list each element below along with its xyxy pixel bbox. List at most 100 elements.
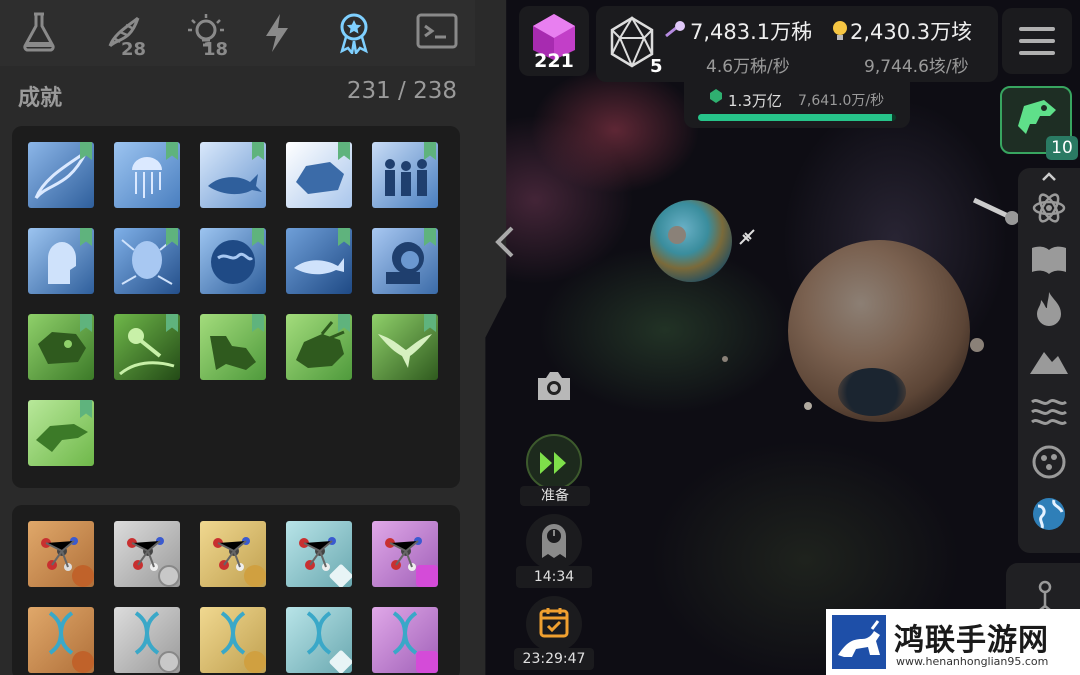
achievement-lion-tile[interactable] — [372, 228, 438, 294]
molecule-cube-tile[interactable] — [372, 521, 438, 587]
atom-icon — [1032, 193, 1066, 223]
achievement-grid — [12, 126, 460, 488]
dna-cube-tile[interactable] — [372, 607, 438, 673]
dinosaur-head-icon — [1018, 100, 1056, 134]
satellite-icon[interactable] — [738, 228, 756, 246]
achievements-title: 成就 — [18, 86, 63, 111]
achievement-triceratops-tile[interactable] — [286, 314, 352, 380]
resource-one-value: 7,483.1万秭 — [690, 20, 813, 44]
cube-badge-icon — [416, 565, 438, 587]
molecule-gold-tile[interactable] — [200, 521, 266, 587]
mountain-icon — [1030, 352, 1068, 374]
tab-count: 28 — [120, 39, 146, 60]
bronze-badge-icon — [72, 651, 94, 673]
waves-icon — [1031, 399, 1067, 425]
cube-currency[interactable]: 221 — [519, 6, 589, 76]
achievement-jellyfish-tile[interactable] — [114, 142, 180, 208]
moon — [722, 356, 728, 362]
moon[interactable] — [668, 226, 686, 244]
rail-cell[interactable] — [1028, 442, 1070, 482]
cube-count: 221 — [534, 50, 574, 72]
molecule-bronze-tile[interactable] — [28, 521, 94, 587]
rail-water[interactable] — [1028, 390, 1070, 430]
resource-two-rate: 9,744.6垓/秒 — [864, 57, 969, 77]
dna-silver-tile[interactable] — [114, 607, 180, 673]
achievement-raptor-tile[interactable] — [28, 400, 94, 466]
award-ribbon-icon — [340, 13, 368, 54]
book-icon — [1032, 246, 1066, 274]
resource-one-rate: 4.6万秭/秒 — [706, 57, 790, 77]
camera-icon[interactable] — [534, 368, 574, 402]
rail-atom[interactable] — [1028, 188, 1070, 228]
cube-badge-icon — [416, 651, 438, 673]
dna-diamond-tile[interactable] — [286, 607, 352, 673]
tab-dna[interactable]: 28 — [90, 6, 150, 60]
watermark: 鸿联手游网 www.henanhonglian95.com — [826, 609, 1080, 675]
d20-dice-icon — [610, 16, 654, 68]
chevron-left-icon[interactable] — [492, 224, 518, 260]
achievement-dolphin-tile[interactable] — [286, 228, 352, 294]
tab-ideas[interactable]: 18 — [172, 6, 232, 60]
dna-gold-tile[interactable] — [200, 607, 266, 673]
silver-badge-icon — [158, 565, 180, 587]
planet-earth[interactable] — [650, 200, 732, 282]
space-station-icon[interactable] — [972, 194, 1024, 230]
tab-console[interactable] — [402, 6, 462, 60]
right-sidebar — [1018, 168, 1080, 553]
molecule-silver-tile[interactable] — [114, 521, 180, 587]
rail-mountain[interactable] — [1028, 340, 1070, 380]
achievement-rock-tile[interactable] — [286, 142, 352, 208]
gold-badge-icon — [244, 565, 266, 587]
ready-button[interactable] — [526, 434, 582, 490]
planet-shadow — [838, 368, 906, 416]
achievement-skull-tile[interactable] — [28, 314, 94, 380]
fire-icon — [1037, 292, 1061, 326]
dice-count: 5 — [650, 56, 663, 77]
achievement-dna-tile[interactable] — [28, 142, 94, 208]
flask-icon — [23, 12, 55, 52]
achievement-fossil-tile[interactable] — [200, 314, 266, 380]
achievement-globe-tile[interactable] — [200, 228, 266, 294]
rail-book[interactable] — [1028, 240, 1070, 280]
lightning-icon — [266, 14, 288, 52]
gem-resource-panel[interactable]: 1.3万亿 7,641.0万/秒 — [684, 82, 910, 128]
rail-fire[interactable] — [1028, 290, 1070, 330]
tab-count: 18 — [202, 39, 228, 60]
gem-progress-fill — [698, 114, 893, 121]
lightbulb-icon — [833, 21, 847, 40]
achievement-whale-tile[interactable] — [200, 142, 266, 208]
tab-research[interactable] — [8, 6, 68, 60]
chevron-up-icon[interactable] — [1040, 170, 1058, 182]
achievement-comet-tile[interactable] — [114, 314, 180, 380]
timer-label: 14:34 — [516, 566, 592, 588]
green-gem-icon — [710, 89, 722, 103]
gold-badge-icon — [244, 651, 266, 673]
timer-button[interactable] — [526, 514, 582, 570]
tab-energy[interactable] — [246, 6, 306, 60]
bronze-badge-icon — [72, 565, 94, 587]
dinosaur-count: 10 — [1046, 136, 1078, 160]
achievements-panel: 28 18 成就 231 / 238 — [0, 0, 475, 675]
achievements-header: 成就 231 / 238 — [0, 66, 475, 120]
bull-logo-icon — [832, 615, 886, 669]
dna-bronze-tile[interactable] — [28, 607, 94, 673]
tab-achievements[interactable] — [322, 6, 382, 60]
resource-panel[interactable]: 5 7,483.1万秭 4.6万秭/秒 2,430.3万垓 9,744.6垓/秒 — [596, 6, 998, 82]
calendar-check-icon — [539, 608, 569, 638]
achievement-cyborg-tile[interactable] — [114, 228, 180, 294]
watermark-title: 鸿联手游网 — [894, 623, 1049, 658]
daily-reward-button[interactable] — [526, 596, 582, 652]
comet-spark-icon — [665, 21, 685, 38]
achievement-tribe-tile[interactable] — [372, 142, 438, 208]
ghost-timer-icon — [542, 524, 566, 558]
menu-button[interactable] — [1002, 8, 1072, 74]
molecule-diamond-tile[interactable] — [286, 521, 352, 587]
rail-planet[interactable] — [1028, 494, 1070, 534]
terminal-icon — [416, 13, 458, 49]
achievement-android-tile[interactable] — [28, 228, 94, 294]
moon[interactable] — [970, 338, 984, 352]
daily-reward-timer: 23:29:47 — [514, 648, 594, 670]
moon — [804, 402, 812, 410]
achievement-pterosaur-tile[interactable] — [372, 314, 438, 380]
ready-label: 准备 — [520, 486, 590, 506]
